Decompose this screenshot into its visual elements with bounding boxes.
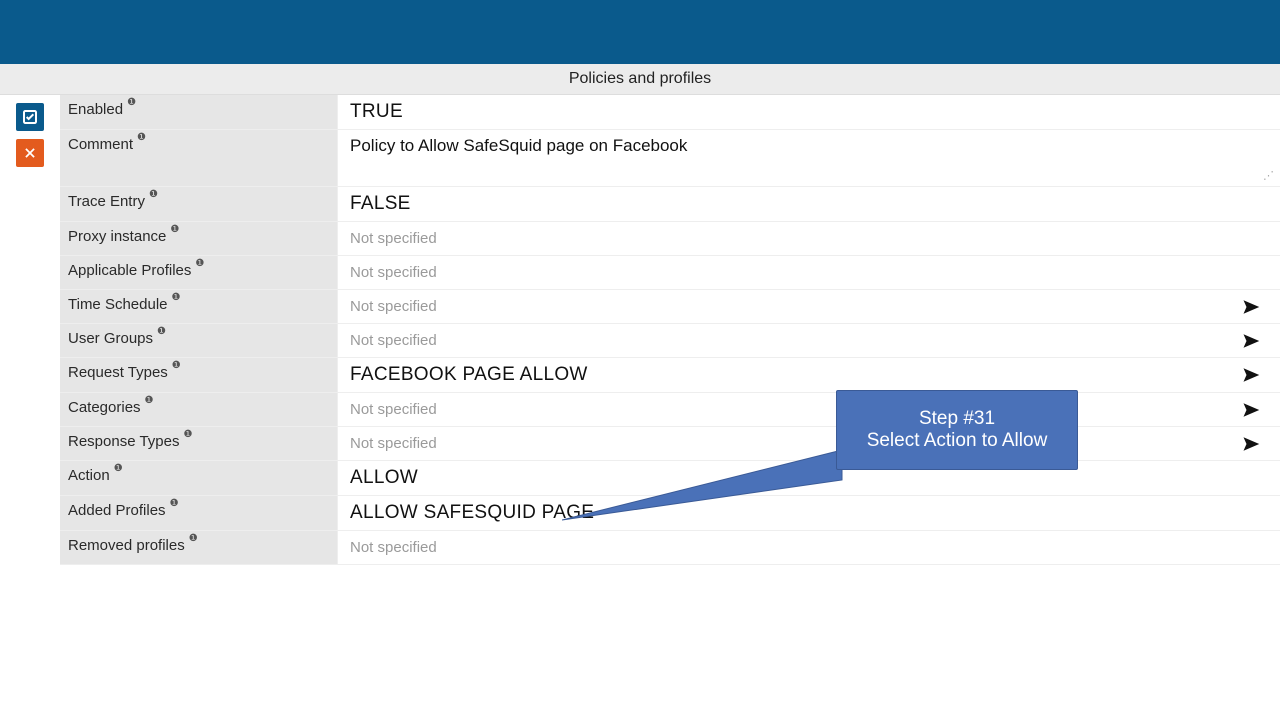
info-icon[interactable]: ❶: [172, 360, 181, 371]
row-categories[interactable]: Categories ❶ Not specified: [60, 393, 1280, 427]
goto-icon[interactable]: [1242, 401, 1260, 419]
label-request-types: Request Types: [68, 364, 168, 381]
info-icon[interactable]: ❶: [189, 533, 198, 544]
callout-line2: Select Action to Allow: [837, 430, 1077, 452]
label-added-profiles: Added Profiles: [68, 502, 166, 519]
label-action: Action: [68, 467, 110, 484]
goto-icon[interactable]: [1242, 435, 1260, 453]
label-applicable-profiles: Applicable Profiles: [68, 262, 191, 279]
close-icon: [23, 146, 37, 160]
categories-text: Not specified: [350, 401, 437, 418]
row-applicable-profiles[interactable]: Applicable Profiles ❶ Not specified: [60, 256, 1280, 290]
info-icon[interactable]: ❶: [157, 326, 166, 337]
label-trace-entry: Trace Entry: [68, 193, 145, 210]
callout-line1: Step #31: [837, 408, 1077, 430]
section-title: Policies and profiles: [0, 64, 1280, 95]
info-icon[interactable]: ❶: [183, 429, 192, 440]
callout-arrow-icon: [562, 450, 862, 540]
time-schedule-text: Not specified: [350, 298, 437, 315]
info-icon[interactable]: ❶: [127, 97, 136, 108]
goto-icon[interactable]: [1242, 298, 1260, 316]
value-request-types[interactable]: FACEBOOK PAGE ALLOW: [338, 358, 1280, 392]
label-removed-profiles: Removed profiles: [68, 537, 185, 554]
info-icon[interactable]: ❶: [170, 498, 179, 509]
request-types-text: FACEBOOK PAGE ALLOW: [350, 364, 588, 386]
info-icon[interactable]: ❶: [170, 224, 179, 235]
info-icon[interactable]: ❶: [172, 292, 181, 303]
value-applicable-profiles[interactable]: Not specified: [338, 256, 1280, 289]
row-comment[interactable]: Comment ❶ Policy to Allow SafeSquid page …: [60, 130, 1280, 187]
info-icon[interactable]: ❶: [195, 258, 204, 269]
goto-icon[interactable]: [1242, 332, 1260, 350]
row-action-buttons: [0, 95, 60, 565]
label-proxy-instance: Proxy instance: [68, 228, 166, 245]
value-categories[interactable]: Not specified: [338, 393, 1280, 426]
value-trace-entry[interactable]: FALSE: [338, 187, 1280, 221]
check-icon: [22, 109, 38, 125]
row-enabled[interactable]: Enabled ❶ TRUE: [60, 95, 1280, 130]
value-proxy-instance[interactable]: Not specified: [338, 222, 1280, 255]
value-enabled[interactable]: TRUE: [338, 95, 1280, 129]
label-comment: Comment: [68, 136, 133, 153]
top-banner: [0, 0, 1280, 64]
info-icon[interactable]: ❶: [137, 132, 146, 143]
value-comment[interactable]: Policy to Allow SafeSquid page on Facebo…: [338, 130, 1280, 186]
label-user-groups: User Groups: [68, 330, 153, 347]
label-enabled: Enabled: [68, 101, 123, 118]
cancel-button[interactable]: [16, 139, 44, 167]
resize-handle-icon[interactable]: ⋰: [1263, 169, 1274, 182]
confirm-button[interactable]: [16, 103, 44, 131]
response-types-text: Not specified: [350, 435, 437, 452]
label-categories: Categories: [68, 399, 141, 416]
info-icon[interactable]: ❶: [114, 463, 123, 474]
row-user-groups[interactable]: User Groups ❶ Not specified: [60, 324, 1280, 358]
value-time-schedule[interactable]: Not specified: [338, 290, 1280, 323]
info-icon[interactable]: ❶: [145, 395, 154, 406]
step-callout: Step #31 Select Action to Allow: [836, 390, 1078, 470]
value-user-groups[interactable]: Not specified: [338, 324, 1280, 357]
row-time-schedule[interactable]: Time Schedule ❶ Not specified: [60, 290, 1280, 324]
user-groups-text: Not specified: [350, 332, 437, 349]
row-proxy-instance[interactable]: Proxy instance ❶ Not specified: [60, 222, 1280, 256]
label-response-types: Response Types: [68, 433, 179, 450]
row-trace-entry[interactable]: Trace Entry ❶ FALSE: [60, 187, 1280, 222]
row-request-types[interactable]: Request Types ❶ FACEBOOK PAGE ALLOW: [60, 358, 1280, 393]
goto-icon[interactable]: [1242, 366, 1260, 384]
label-time-schedule: Time Schedule: [68, 296, 168, 313]
comment-text: Policy to Allow SafeSquid page on Facebo…: [350, 136, 687, 156]
info-icon[interactable]: ❶: [149, 189, 158, 200]
